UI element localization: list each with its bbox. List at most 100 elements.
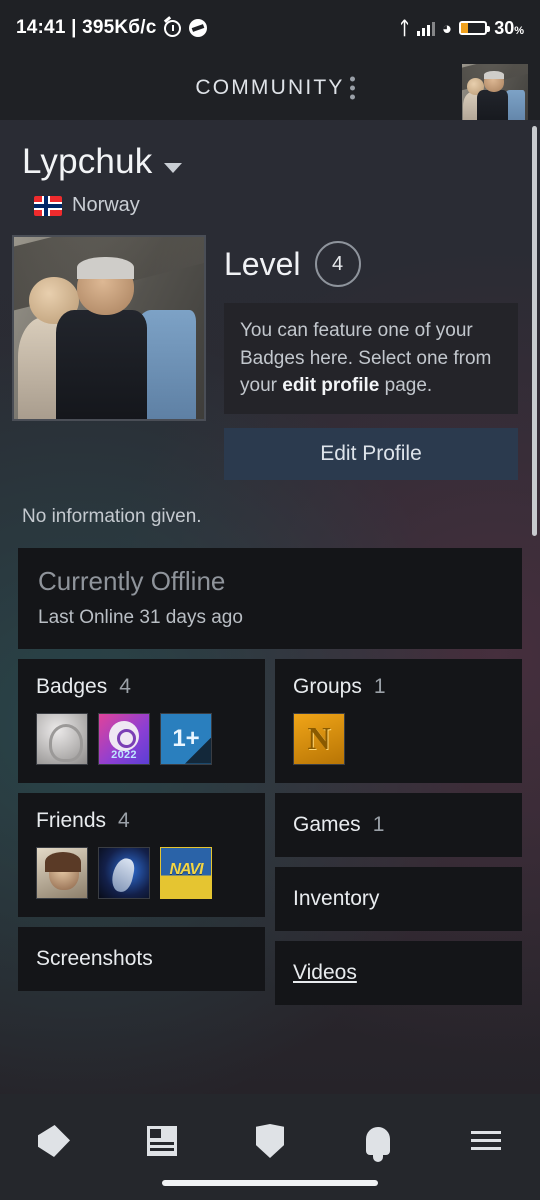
news-icon bbox=[147, 1126, 177, 1156]
kebab-dot bbox=[350, 76, 355, 82]
screenshots-title: Screenshots bbox=[36, 946, 153, 970]
home-indicator bbox=[162, 1180, 378, 1186]
friend-avatar-blue-art[interactable] bbox=[98, 846, 150, 899]
games-tile[interactable]: Games 1 bbox=[275, 792, 522, 857]
badge-foil-coin[interactable] bbox=[36, 712, 88, 765]
groups-thumbs: N bbox=[293, 712, 504, 765]
wifi-icon: ◕ bbox=[441, 18, 453, 38]
badge-hint-suffix: page. bbox=[379, 375, 433, 397]
status-bar-right: ᛏ ◕ 30% bbox=[399, 18, 524, 39]
battery-value: 30 bbox=[494, 17, 515, 38]
profile-details: Level 4 You can feature one of your Badg… bbox=[224, 235, 518, 480]
groups-count: 1 bbox=[373, 674, 386, 698]
nav-guard[interactable] bbox=[238, 1116, 302, 1166]
norway-flag-icon bbox=[34, 195, 62, 216]
videos-title: Videos bbox=[293, 960, 357, 984]
profile-avatar-photo bbox=[14, 237, 204, 419]
navi-logo-label: NAVI bbox=[169, 860, 203, 878]
badge-year-label: 2022 bbox=[111, 748, 137, 761]
groups-tile[interactable]: Groups 1 N bbox=[275, 658, 522, 783]
status-badge: Currently Offline bbox=[38, 565, 226, 596]
profile-summary: Level 4 You can feature one of your Badg… bbox=[0, 217, 540, 480]
friends-thumbs: NAVI bbox=[36, 846, 247, 899]
profile-avatar[interactable] bbox=[12, 235, 206, 421]
group-avatar-label: N bbox=[307, 720, 331, 757]
app-bar-title: COMMUNITY bbox=[195, 76, 345, 99]
edit-profile-link[interactable]: edit profile bbox=[282, 375, 379, 396]
kebab-dot bbox=[350, 85, 355, 91]
groups-header: Groups 1 bbox=[293, 675, 504, 699]
group-avatar-n[interactable]: N bbox=[293, 712, 345, 765]
phone-screen: 14:41 | 395Kб/c ᛏ ◕ 30% COMMUNITY Lypchu… bbox=[0, 0, 540, 1200]
hamburger-menu-icon bbox=[471, 1131, 501, 1151]
profile-cards: Currently Offline Last Online 31 days ag… bbox=[0, 528, 540, 1005]
alarm-icon bbox=[164, 19, 182, 37]
games-header: Games 1 bbox=[293, 813, 504, 837]
last-online-label: Last Online 31 days ago bbox=[38, 606, 243, 628]
bluetooth-icon: ᛏ bbox=[399, 18, 410, 38]
inventory-title: Inventory bbox=[293, 886, 380, 910]
tile-column-left: Badges 4 2022 1+ Friends 4 NAVI Screensh… bbox=[18, 658, 265, 1005]
nav-notifications[interactable] bbox=[346, 1116, 410, 1166]
status-bar: 14:41 | 395Kб/c ᛏ ◕ 30% bbox=[0, 0, 540, 56]
badges-header: Badges 4 bbox=[36, 675, 247, 699]
friend-avatar-navi[interactable]: NAVI bbox=[160, 846, 212, 899]
online-status-card: Currently Offline Last Online 31 days ag… bbox=[18, 547, 522, 649]
games-title: Games bbox=[293, 812, 361, 836]
signal-icon bbox=[416, 20, 435, 36]
badges-title: Badges bbox=[36, 674, 108, 698]
friends-count: 4 bbox=[118, 808, 130, 832]
nav-news[interactable] bbox=[130, 1116, 194, 1166]
tag-icon bbox=[38, 1125, 70, 1157]
status-bar-left: 14:41 | 395Kб/c bbox=[16, 17, 208, 39]
vertical-scrollbar[interactable] bbox=[532, 126, 537, 536]
header-avatar[interactable] bbox=[462, 64, 528, 128]
badges-count: 4 bbox=[119, 674, 131, 698]
user-avatar-photo bbox=[462, 64, 528, 128]
profile-summary-text: No information given. bbox=[22, 505, 202, 527]
friends-title: Friends bbox=[36, 808, 107, 832]
groups-title: Groups bbox=[293, 674, 362, 698]
badge-steam-2022[interactable]: 2022 bbox=[98, 712, 150, 765]
games-count: 1 bbox=[372, 812, 385, 836]
friends-tile[interactable]: Friends 4 NAVI bbox=[18, 792, 265, 917]
profile-scroll-area[interactable]: Lypchuk Norway Level 4 You can feature o… bbox=[0, 120, 540, 1094]
battery-percent: 30% bbox=[494, 18, 524, 39]
level-row: Level 4 bbox=[224, 241, 518, 287]
battery-icon bbox=[459, 21, 491, 35]
tile-grid: Badges 4 2022 1+ Friends 4 NAVI Screensh… bbox=[18, 658, 522, 1005]
kebab-dot bbox=[350, 94, 355, 100]
battery-unit: % bbox=[514, 24, 524, 37]
nav-store[interactable] bbox=[22, 1116, 86, 1166]
country-row: Norway bbox=[34, 194, 518, 217]
badge-one-plus[interactable]: 1+ bbox=[160, 712, 212, 765]
friends-header: Friends 4 bbox=[36, 809, 247, 833]
inventory-tile[interactable]: Inventory bbox=[275, 866, 522, 931]
badge-one-plus-label: 1+ bbox=[172, 724, 200, 752]
badges-thumbs: 2022 1+ bbox=[36, 712, 247, 765]
level-badge: 4 bbox=[314, 241, 361, 287]
friend-avatar-portrait[interactable] bbox=[36, 846, 88, 899]
nav-menu[interactable] bbox=[454, 1116, 518, 1166]
screenshots-tile[interactable]: Screenshots bbox=[18, 926, 265, 991]
edit-profile-button[interactable]: Edit Profile bbox=[224, 427, 518, 480]
level-label: Level bbox=[224, 245, 301, 282]
bottom-navigation bbox=[0, 1094, 540, 1200]
profile-hero: Lypchuk Norway bbox=[0, 120, 540, 217]
page-title: Lypchuk bbox=[22, 142, 153, 181]
country-label: Norway bbox=[72, 194, 140, 216]
app-bar: COMMUNITY bbox=[0, 56, 540, 128]
tile-column-right: Groups 1 N Games 1 Inventory Videos bbox=[275, 658, 522, 1005]
persona-row[interactable]: Lypchuk bbox=[22, 142, 518, 182]
screenshots-header: Screenshots bbox=[36, 947, 247, 971]
bell-icon bbox=[366, 1127, 390, 1162]
kebab-menu-icon[interactable] bbox=[344, 69, 361, 108]
videos-header: Videos bbox=[293, 961, 504, 985]
inventory-header: Inventory bbox=[293, 887, 504, 911]
status-clock: 14:41 | 395Kб/c bbox=[16, 17, 157, 38]
videos-tile[interactable]: Videos bbox=[275, 940, 522, 1005]
mute-icon bbox=[189, 19, 208, 37]
featured-badge-hint: You can feature one of your Badges here.… bbox=[224, 303, 518, 414]
badges-tile[interactable]: Badges 4 2022 1+ bbox=[18, 658, 265, 783]
chevron-down-icon[interactable] bbox=[164, 163, 183, 173]
